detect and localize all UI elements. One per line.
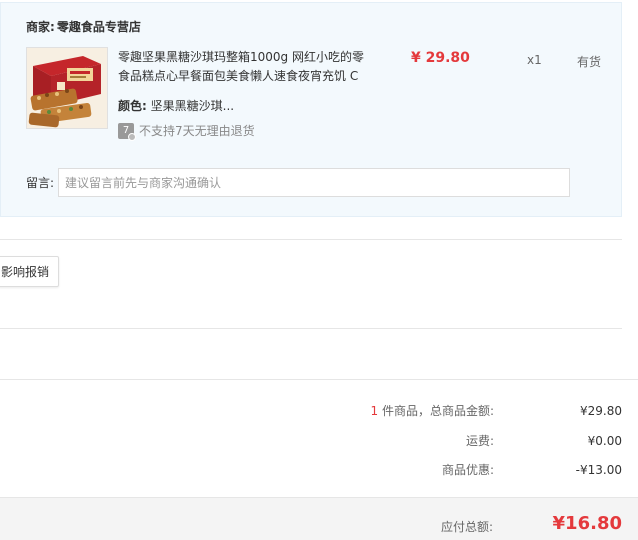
item-quantity: x1 [527,53,542,67]
subtotal-value: ¥29.80 [580,404,622,418]
product-spec: 颜色: 坚果黑糖沙琪... [118,97,234,114]
spec-label: 颜色: [118,99,147,113]
merchant-name[interactable]: 零趣食品专营店 [57,20,141,34]
merchant-info: 商家: 零趣食品专营店 [26,18,141,35]
shipping-row: 运费: ¥0.00 [300,433,622,449]
remark-label: 留言: [26,176,55,190]
discount-label: 商品优惠: [441,463,494,477]
discount-value: -¥13.00 [575,463,622,477]
total-amount: ¥16.80 [552,513,622,534]
section-divider [0,328,622,329]
item-count: 1 [370,404,379,418]
stock-status: 有货 [577,55,602,69]
product-title-link[interactable]: 零趣坚果黑糖沙琪玛整箱1000g 网红小吃的零食品糕点心早餐面包美食懒人速食夜宵… [118,48,366,88]
item-count-suffix: 件商品，总商品金额: [378,404,494,418]
shipping-value: ¥0.00 [587,434,622,448]
discount-row: 商品优惠: -¥13.00 [300,462,622,478]
total-bar: 应付总额: ¥16.80 [0,497,638,540]
remark-input[interactable] [58,168,570,197]
section-divider [0,379,638,380]
no-return-icon: 7 [118,123,136,141]
shipping-label: 运费: [465,434,494,448]
return-policy-text: 不支持7天无理由退货 [139,124,255,138]
merchant-label: 商家: [26,20,55,34]
subtotal-label: 1 件商品，总商品金额: [371,403,495,419]
invoice-option-button[interactable]: 影响报销 [0,256,59,287]
section-divider [0,239,622,240]
total-label: 应付总额: [440,520,493,534]
spec-value: 坚果黑糖沙琪... [150,99,235,113]
subtotal-row: 1 件商品，总商品金额: ¥29.80 [300,403,623,419]
return-policy-note: 7 不支持7天无理由退货 [118,123,255,141]
item-price: ¥ 29.80 [411,50,470,66]
product-thumbnail[interactable] [26,47,108,129]
product-box-image [27,48,107,128]
shop-order-panel: 商家: 零趣食品专营店 零趣坚果黑糖沙琪玛整箱1000g 网红小吃的零食品糕点心早… [0,2,622,217]
